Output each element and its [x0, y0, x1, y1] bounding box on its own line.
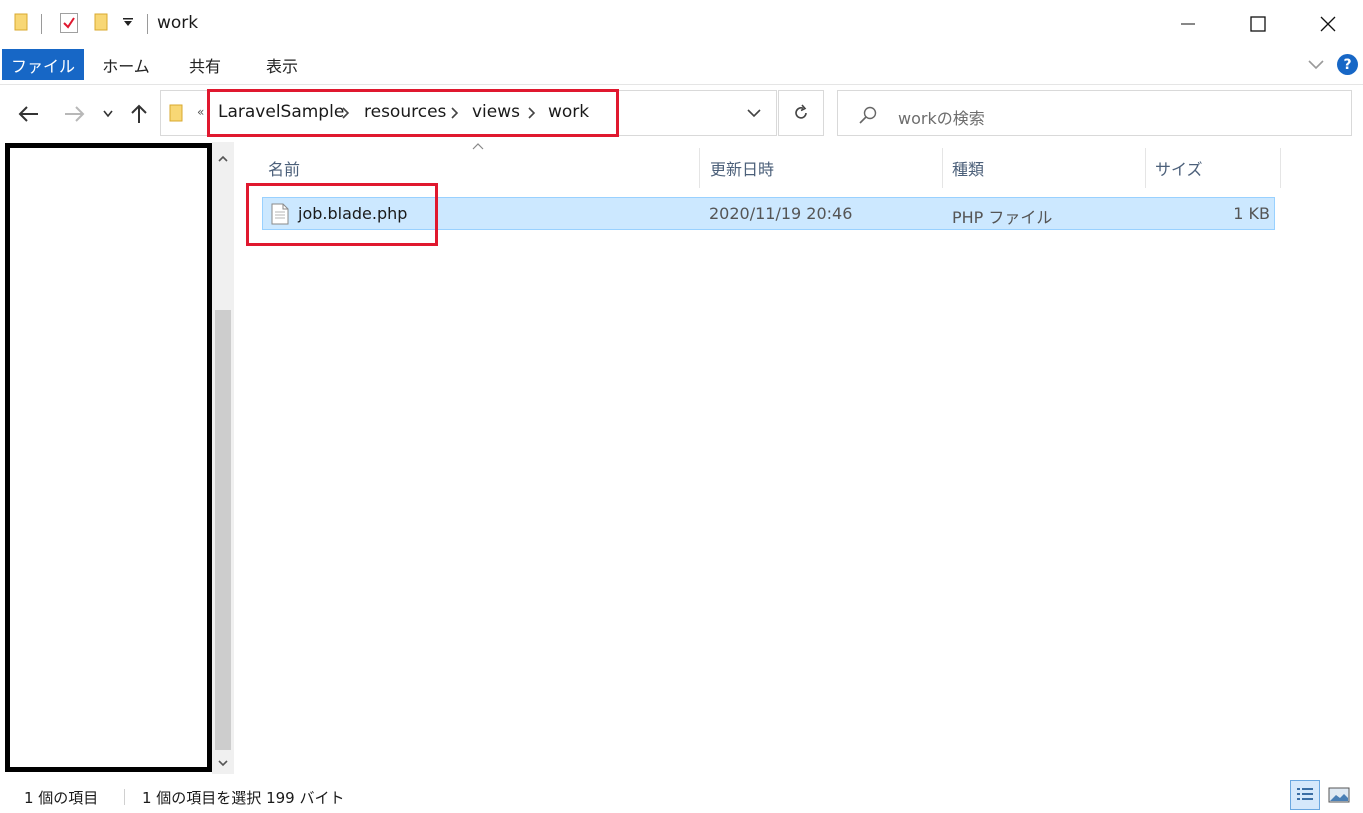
expand-ribbon-icon[interactable] — [1307, 54, 1325, 74]
up-arrow-icon — [131, 104, 147, 123]
breadcrumb-overflow[interactable]: « — [197, 105, 204, 119]
scroll-up-button[interactable] — [212, 148, 234, 170]
chevron-down-icon — [103, 110, 113, 118]
file-size: 1 KB — [1233, 204, 1270, 223]
sort-ascending-icon — [472, 143, 484, 150]
search-placeholder: workの検索 — [898, 109, 985, 128]
status-selection: 1 個の項目を選択 199 バイト — [142, 789, 345, 807]
recent-locations-button[interactable] — [96, 100, 120, 128]
forward-button[interactable] — [61, 100, 87, 128]
new-folder-icon[interactable] — [94, 13, 108, 31]
search-input[interactable]: workの検索 — [837, 90, 1352, 136]
file-highlight-annotation — [246, 183, 438, 246]
quick-access-dropdown-icon[interactable] — [122, 16, 134, 31]
back-arrow-icon — [18, 106, 38, 122]
up-button[interactable] — [126, 100, 152, 128]
column-header-type[interactable]: 種類 — [952, 156, 984, 180]
status-bar: 1 個の項目 1 個の項目を選択 199 バイト — [0, 775, 1363, 813]
maximize-button[interactable] — [1223, 0, 1293, 48]
maximize-icon — [1250, 16, 1266, 32]
scroll-thumb[interactable] — [215, 310, 231, 750]
column-divider[interactable] — [699, 148, 700, 188]
separator — [41, 14, 42, 34]
help-button[interactable]: ? — [1337, 54, 1358, 75]
navigation-scrollbar[interactable] — [212, 142, 234, 774]
tab-home[interactable]: ホーム — [90, 48, 162, 81]
close-icon — [1320, 16, 1336, 32]
column-header-modified[interactable]: 更新日時 — [710, 156, 774, 180]
scroll-down-button[interactable] — [212, 752, 234, 774]
separator — [124, 789, 125, 805]
column-divider[interactable] — [942, 148, 943, 188]
details-view-icon — [1297, 788, 1313, 800]
file-modified: 2020/11/19 20:46 — [709, 204, 853, 223]
chevron-down-icon[interactable] — [746, 107, 762, 119]
folder-icon — [14, 13, 28, 31]
column-divider[interactable] — [1280, 148, 1281, 188]
column-header-name[interactable]: 名前 — [268, 156, 300, 180]
chevron-down-icon — [218, 760, 228, 767]
minimize-icon — [1181, 23, 1195, 25]
chevron-up-icon — [218, 155, 228, 162]
large-icons-view-button[interactable] — [1324, 780, 1354, 810]
ribbon: ファイル ホーム 共有 表示 ? — [0, 48, 1363, 85]
refresh-icon — [795, 104, 807, 119]
large-icons-view-icon — [1328, 787, 1350, 803]
minimize-button[interactable] — [1153, 0, 1223, 48]
column-header-size[interactable]: サイズ — [1155, 156, 1203, 180]
address-highlight-annotation — [207, 89, 619, 137]
details-view-button[interactable] — [1290, 780, 1320, 810]
search-icon — [859, 106, 877, 124]
folder-icon — [169, 104, 183, 122]
separator — [147, 14, 148, 34]
close-button[interactable] — [1293, 0, 1363, 48]
navigation-pane — [0, 142, 238, 774]
back-button[interactable] — [16, 100, 42, 128]
refresh-button[interactable] — [778, 90, 824, 136]
redacted-navigation-box — [5, 143, 212, 772]
forward-arrow-icon — [65, 106, 85, 122]
navigation-bar: « LaravelSample resources views work wor… — [0, 86, 1363, 142]
tab-share[interactable]: 共有 — [172, 48, 238, 81]
status-item-count: 1 個の項目 — [24, 789, 99, 807]
column-divider[interactable] — [1145, 148, 1146, 188]
title-bar: work — [0, 0, 1363, 48]
file-type: PHP ファイル — [952, 208, 1053, 227]
window-title: work — [157, 13, 199, 33]
tab-file[interactable]: ファイル — [2, 49, 84, 80]
properties-icon[interactable] — [60, 13, 78, 33]
tab-view[interactable]: 表示 — [246, 48, 318, 81]
